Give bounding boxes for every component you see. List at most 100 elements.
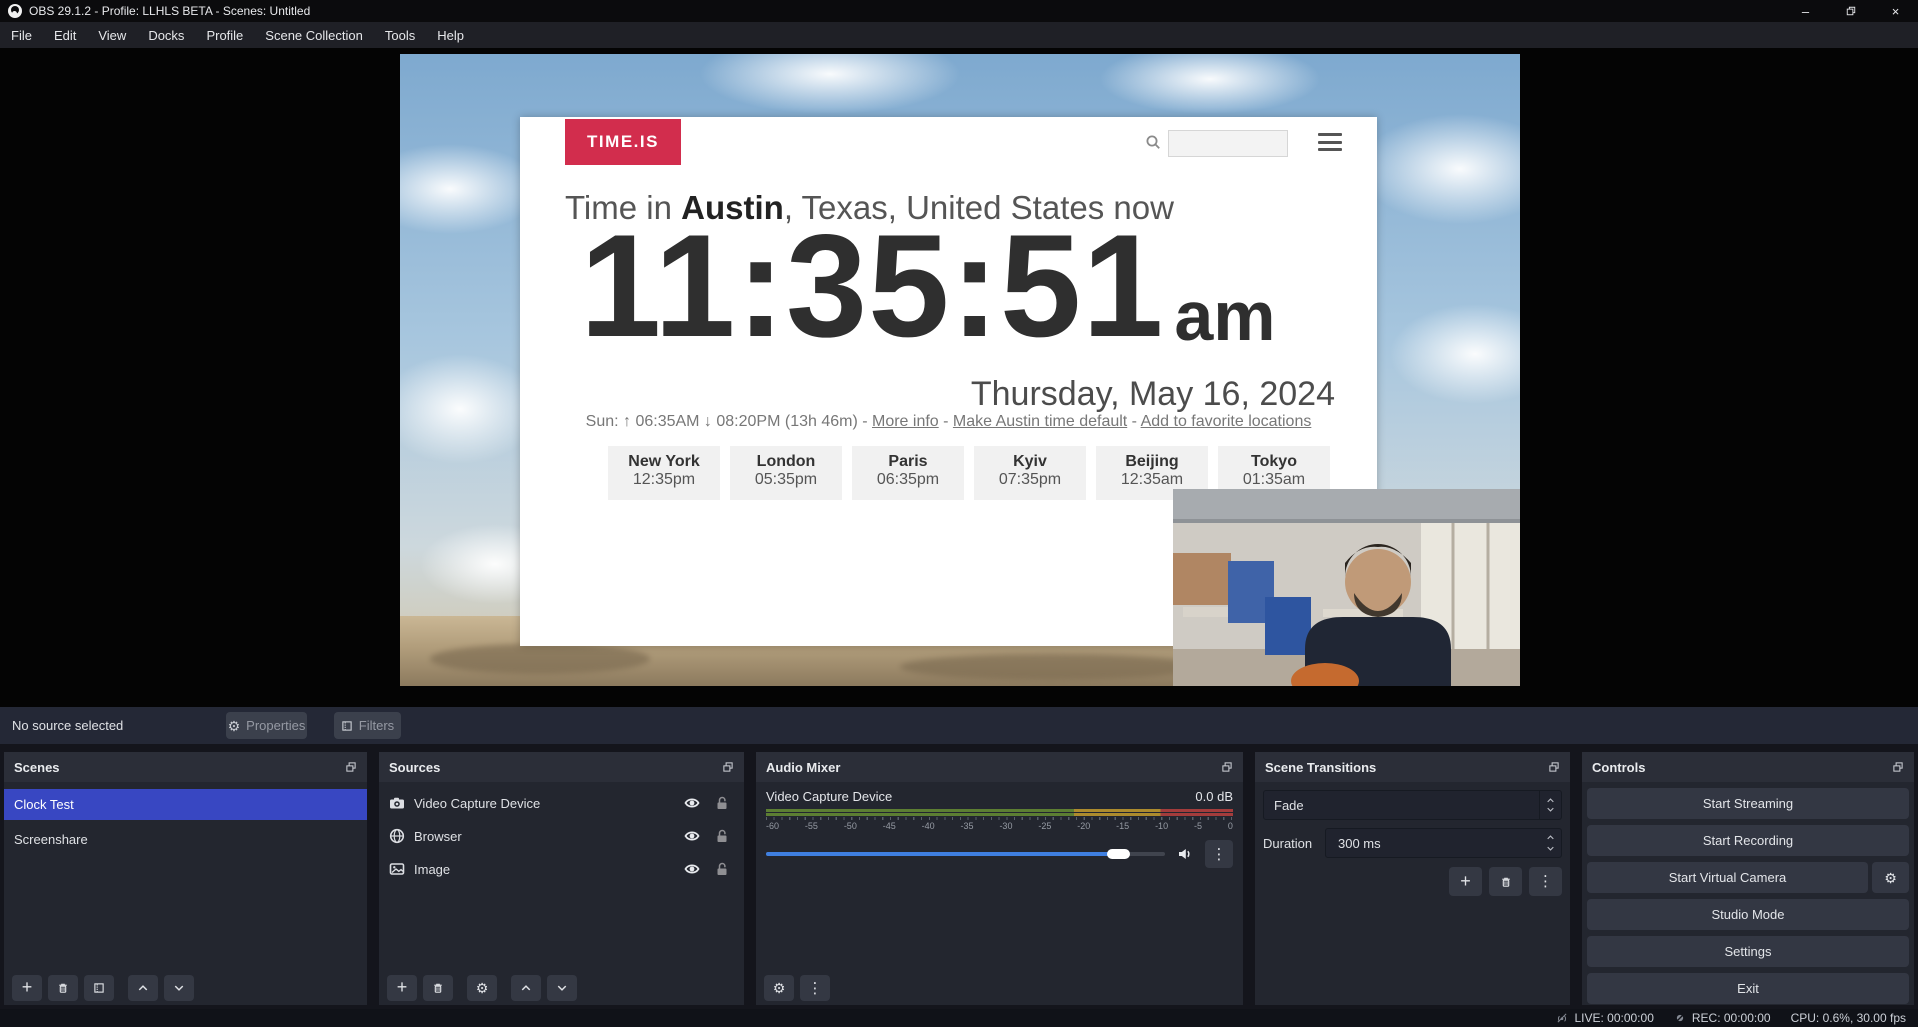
close-button[interactable]: × xyxy=(1873,0,1918,22)
move-source-up-button[interactable] xyxy=(511,975,541,1001)
lock-icon[interactable] xyxy=(714,861,730,877)
hamburger-menu-icon[interactable] xyxy=(1318,133,1342,151)
current-date: Thursday, May 16, 2024 xyxy=(971,375,1335,414)
trash-icon xyxy=(57,982,69,994)
popout-icon[interactable] xyxy=(1548,761,1560,773)
city-card[interactable]: Kyiv07:35pm xyxy=(974,446,1086,500)
search-icon xyxy=(1145,134,1161,150)
rec-status: REC: 00:00:00 xyxy=(1674,1011,1771,1025)
popout-icon[interactable] xyxy=(1221,761,1233,773)
menu-view[interactable]: View xyxy=(87,22,137,48)
lock-icon[interactable] xyxy=(714,828,730,844)
source-item-image[interactable]: Image xyxy=(379,854,744,884)
move-scene-down-button[interactable] xyxy=(164,975,194,1001)
popout-icon[interactable] xyxy=(722,761,734,773)
menu-tools[interactable]: Tools xyxy=(374,22,426,48)
menu-scene-collection[interactable]: Scene Collection xyxy=(254,22,374,48)
timeis-logo[interactable]: TIME.IS xyxy=(565,119,681,165)
remove-source-button[interactable] xyxy=(423,975,453,1001)
gear-icon: ⚙ xyxy=(476,981,489,995)
scene-item-screenshare[interactable]: Screenshare xyxy=(4,824,367,855)
plus-icon: + xyxy=(397,978,408,996)
city-card[interactable]: Paris06:35pm xyxy=(852,446,964,500)
volume-slider-handle[interactable] xyxy=(1107,849,1130,859)
webcam-overlay[interactable] xyxy=(1173,489,1520,686)
scenes-title: Scenes xyxy=(14,760,60,775)
status-bar: LIVE: 00:00:00 REC: 00:00:00 CPU: 0.6%, … xyxy=(0,1009,1918,1027)
source-item-video-capture[interactable]: Video Capture Device xyxy=(379,788,744,818)
popout-icon[interactable] xyxy=(1892,761,1904,773)
add-source-button[interactable]: + xyxy=(387,975,417,1001)
lock-icon[interactable] xyxy=(714,795,730,811)
move-scene-up-button[interactable] xyxy=(128,975,158,1001)
source-properties-button[interactable]: ⚙ xyxy=(467,975,497,1001)
search-input[interactable] xyxy=(1168,130,1288,157)
live-status: LIVE: 00:00:00 xyxy=(1556,1011,1653,1025)
filters-button[interactable]: Filters xyxy=(334,712,401,739)
start-virtual-camera-button[interactable]: Start Virtual Camera xyxy=(1587,862,1868,893)
scene-preview[interactable]: TIME.IS Time in Austin, Texas, United St… xyxy=(400,54,1520,686)
plus-icon: + xyxy=(1460,872,1471,890)
speaker-icon[interactable] xyxy=(1177,846,1193,862)
filter-icon xyxy=(93,982,105,994)
controls-title: Controls xyxy=(1592,760,1645,775)
preview-canvas[interactable]: TIME.IS Time in Austin, Texas, United St… xyxy=(0,48,1918,707)
mixer-menu-button[interactable]: ⋮ xyxy=(800,975,830,1001)
scene-item-clock-test[interactable]: Clock Test xyxy=(4,789,367,820)
move-source-down-button[interactable] xyxy=(547,975,577,1001)
menu-profile[interactable]: Profile xyxy=(195,22,254,48)
cloud xyxy=(400,354,540,464)
audio-mixer-panel: Audio Mixer Video Capture Device 0.0 dB … xyxy=(756,752,1243,1005)
chevron-up-icon xyxy=(1546,796,1555,805)
visibility-eye-icon[interactable] xyxy=(684,795,700,811)
sources-panel: Sources Video Capture Device Browser xyxy=(379,752,744,1005)
filter-icon xyxy=(341,720,353,732)
transition-selected-value: Fade xyxy=(1264,798,1539,813)
remove-transition-button[interactable] xyxy=(1489,867,1522,896)
settings-button[interactable]: Settings xyxy=(1587,936,1909,967)
audio-mixer-title: Audio Mixer xyxy=(766,760,840,775)
scene-filters-button[interactable] xyxy=(84,975,114,1001)
add-favorite-link[interactable]: Add to favorite locations xyxy=(1141,413,1312,430)
menu-help[interactable]: Help xyxy=(426,22,475,48)
kebab-icon: ⋮ xyxy=(808,981,823,996)
trash-icon xyxy=(1500,876,1512,888)
city-card[interactable]: London05:35pm xyxy=(730,446,842,500)
studio-mode-button[interactable]: Studio Mode xyxy=(1587,899,1909,930)
record-off-icon xyxy=(1674,1012,1686,1024)
city-card[interactable]: New York12:35pm xyxy=(608,446,720,500)
transition-menu-button[interactable]: ⋮ xyxy=(1529,867,1562,896)
meter-scale: -60-55-50-45-40-35-30-25-20-15-10-50 xyxy=(766,821,1233,831)
mixer-toolbar: ⚙ ⋮ xyxy=(756,971,1243,1005)
advanced-audio-button[interactable]: ⚙ xyxy=(764,975,794,1001)
restore-button[interactable] xyxy=(1828,0,1873,22)
make-default-link[interactable]: Make Austin time default xyxy=(953,413,1127,430)
menu-edit[interactable]: Edit xyxy=(43,22,87,48)
chevron-up-icon[interactable] xyxy=(1546,833,1555,842)
popout-icon[interactable] xyxy=(345,761,357,773)
properties-button[interactable]: ⚙ Properties xyxy=(226,712,307,739)
add-transition-button[interactable]: + xyxy=(1449,867,1482,896)
mixer-channel-menu-button[interactable]: ⋮ xyxy=(1205,840,1233,868)
visibility-eye-icon[interactable] xyxy=(684,828,700,844)
virtual-camera-settings-button[interactable]: ⚙ xyxy=(1872,862,1909,893)
start-streaming-button[interactable]: Start Streaming xyxy=(1587,788,1909,819)
menu-docks[interactable]: Docks xyxy=(137,22,195,48)
source-toolbar: No source selected ⚙ Properties Filters xyxy=(0,707,1918,744)
remove-scene-button[interactable] xyxy=(48,975,78,1001)
sun-times: Sun: ↑ 06:35AM ↓ 08:20PM (13h 46m) - xyxy=(586,413,872,430)
chevron-down-icon[interactable] xyxy=(1546,844,1555,853)
visibility-eye-icon[interactable] xyxy=(684,861,700,877)
gear-sliders-icon: ⚙ xyxy=(773,981,786,995)
start-recording-button[interactable]: Start Recording xyxy=(1587,825,1909,856)
duration-spinbox[interactable]: 300 ms xyxy=(1325,828,1562,858)
add-scene-button[interactable]: + xyxy=(12,975,42,1001)
more-info-link[interactable]: More info xyxy=(872,413,939,430)
globe-icon xyxy=(389,828,405,844)
minimize-button[interactable]: – xyxy=(1783,0,1828,22)
source-item-browser[interactable]: Browser xyxy=(379,821,744,851)
transition-select[interactable]: Fade xyxy=(1263,790,1562,820)
volume-slider[interactable] xyxy=(766,848,1165,860)
exit-button[interactable]: Exit xyxy=(1587,973,1909,1004)
menu-file[interactable]: File xyxy=(0,22,43,48)
